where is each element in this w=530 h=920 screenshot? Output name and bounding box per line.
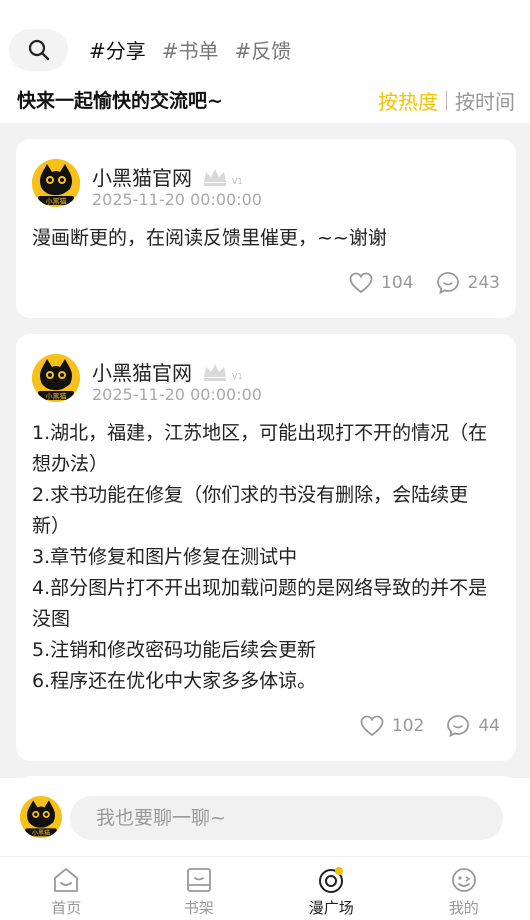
tag-feedback[interactable]: #反馈 [235, 35, 292, 64]
svg-text:小黑猫: 小黑猫 [32, 829, 50, 837]
page-slogan: 快来一起愉快的交流吧~ [17, 90, 223, 112]
bookshelf-icon [186, 868, 211, 892]
avatar[interactable]: 小黑猫 [32, 159, 80, 207]
tab-label: 首页 [51, 899, 82, 917]
post-content[interactable]: 漫画断更的，在阅读反馈里催更，~~谢谢 [32, 223, 504, 254]
post-author: 小黑猫官网 V1 [92, 162, 242, 191]
square-icon [319, 867, 344, 893]
sort-by-time[interactable]: 按时间 [455, 86, 515, 115]
svg-text:小黑猫: 小黑猫 [46, 197, 67, 206]
home-icon [54, 868, 79, 892]
search-button[interactable] [9, 29, 68, 71]
crown-level-icon: V1 [204, 168, 242, 186]
tag-share[interactable]: #分享 [89, 35, 146, 64]
like-count: 102 [391, 716, 425, 736]
comment-count: 44 [478, 716, 500, 736]
like-button[interactable]: 104 [349, 272, 414, 294]
post-stats: 102 44 [360, 714, 500, 738]
svg-text:V1: V1 [232, 372, 242, 381]
like-count: 104 [381, 273, 414, 293]
svg-text:小黑猫: 小黑猫 [46, 392, 67, 401]
bottom-tab-bar: 首页 书架 漫广场 我的 [0, 856, 530, 920]
tag-booklist[interactable]: #书单 [162, 35, 219, 64]
tab-profile[interactable]: 我的 [398, 857, 530, 920]
top-header: #分享 #书单 #反馈 快来一起愉快的交流吧~ 按热度 按时间 [0, 0, 530, 123]
post-date: 2025-11-20 00:00:00 [92, 385, 262, 404]
comment-icon [436, 272, 459, 295]
my-avatar[interactable]: 小黑猫 [20, 796, 62, 838]
like-button[interactable]: 102 [360, 715, 424, 737]
tab-label: 书架 [183, 899, 214, 917]
post-card[interactable]: 小黑猫 小黑猫官网 V1 2025-11-20 00:00:00 1.湖北，福建… [16, 334, 516, 761]
post-author: 小黑猫官网 V1 [92, 357, 242, 386]
sort-divider [446, 90, 447, 111]
sort-by-hot[interactable]: 按热度 [378, 86, 438, 115]
tab-label: 我的 [448, 899, 479, 917]
post-card[interactable]: 小黑猫 小黑猫官网 V1 2025-11-20 00:00:00 漫画断更的，在… [16, 139, 516, 318]
black-cat-logo-icon: 小黑猫 [32, 159, 80, 207]
black-cat-logo-icon: 小黑猫 [32, 354, 80, 402]
comment-icon [447, 715, 470, 738]
comment-button[interactable]: 243 [436, 271, 500, 295]
author-name[interactable]: 小黑猫官网 [92, 357, 192, 386]
crown-level-icon: V1 [204, 363, 242, 381]
topic-tags: #分享 #书单 #反馈 [89, 35, 291, 64]
compose-input[interactable]: 我也要聊一聊~ [70, 796, 503, 840]
svg-text:V1: V1 [232, 177, 242, 186]
sort-switch: 按热度 按时间 [378, 86, 515, 115]
tab-label: 漫广场 [308, 899, 354, 917]
tab-bookshelf[interactable]: 书架 [133, 857, 266, 920]
heart-icon [360, 715, 384, 737]
comment-count: 243 [467, 273, 500, 293]
author-name[interactable]: 小黑猫官网 [92, 162, 192, 191]
heart-icon [349, 272, 373, 294]
tab-square[interactable]: 漫广场 [265, 857, 398, 920]
post-stats: 104 243 [349, 271, 500, 295]
black-cat-logo-icon: 小黑猫 [20, 796, 62, 838]
search-icon [28, 39, 49, 61]
compose-bar: 小黑猫 我也要聊一聊~ [0, 778, 530, 856]
post-date: 2025-11-20 00:00:00 [92, 190, 262, 209]
post-content[interactable]: 1.湖北，福建，江苏地区，可能出现打不开的情况（在想办法） 2.求书功能在修复（… [32, 418, 504, 697]
avatar[interactable]: 小黑猫 [32, 354, 80, 402]
comment-button[interactable]: 44 [446, 714, 500, 738]
profile-icon [451, 868, 476, 892]
tab-home[interactable]: 首页 [0, 857, 133, 920]
